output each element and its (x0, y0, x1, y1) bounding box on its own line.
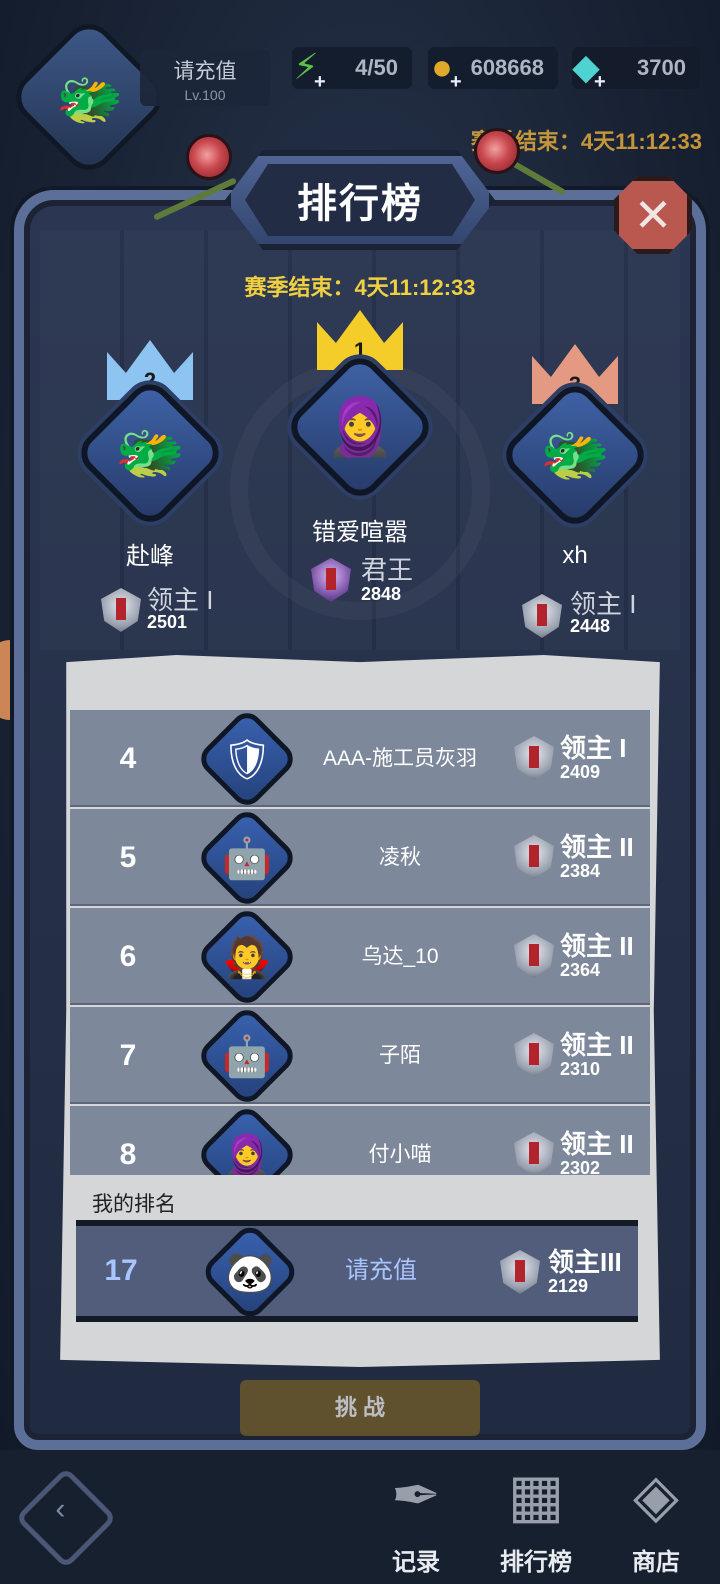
rose-right-icon (474, 128, 520, 174)
table-row[interactable]: 8 🧕 付小喵 领主 II 2302 (70, 1102, 650, 1176)
podium-rank-1[interactable]: 1 🧕 错爱喧嚣 君王 2848 (275, 310, 445, 610)
row-rank: 7 (119, 1039, 137, 1072)
rose-left-icon (186, 134, 232, 180)
nav-leaderboard[interactable]: ▦ 排行榜 (476, 1450, 596, 1580)
knight-avatar-icon: 🛡 (221, 737, 273, 782)
robot-avatar-icon: 🤖 (222, 1034, 272, 1079)
row-score: 2409 (560, 762, 601, 782)
row-player-name: 凌秋 (379, 846, 421, 869)
player-level: Lv.100 (184, 87, 226, 103)
row-rank: 8 (119, 1138, 137, 1171)
rank-shield-icon (522, 594, 562, 638)
nav-label: 记录 (392, 1549, 440, 1576)
row-player-name: 付小喵 (368, 1143, 432, 1166)
podium-score: 2848 (361, 584, 402, 604)
rank-shield-icon (514, 835, 554, 879)
robot-avatar-icon: 🤖 (222, 836, 272, 881)
top-hud: 🐲 请充值 Lv.100 ⚡ + 4/50 ● + 608668 ◆ + 370… (0, 0, 720, 181)
row-score: 2364 (560, 960, 601, 980)
podium-score: 2448 (570, 616, 611, 636)
player-name: 请充值 (173, 60, 237, 83)
row-tier: 领主 II (560, 832, 634, 862)
nav-label: 排行榜 (500, 1549, 572, 1576)
podium-rank-2[interactable]: 2 🐲 赴峰 领主 I 2501 (65, 340, 235, 640)
rank-shield-icon (514, 1033, 554, 1077)
energy-value: 4/50 (355, 55, 398, 80)
table-row[interactable]: 4 🛡 AAA-施工员灰羽 领主 I 2409 (70, 710, 650, 812)
row-player-name: 乌达_10 (361, 945, 439, 968)
row-tier: 领主 II (560, 931, 634, 961)
dragon-avatar-icon: 🐲 (540, 423, 610, 486)
row-tier: 领主 II (560, 1030, 634, 1060)
ranking-list[interactable]: 4 🛡 AAA-施工员灰羽 领主 I 2409 5 🤖 凌秋 领主 II 238… (70, 710, 650, 1175)
sovereign-badge-icon (311, 558, 351, 602)
podium-player-name: 错爱喧嚣 (312, 519, 408, 546)
back-arrow-icon: ‹ (55, 1492, 66, 1526)
panda-avatar-icon: 🐼 (225, 1250, 275, 1295)
leaderboard-icon: ▦ (507, 1462, 565, 1529)
energy-counter[interactable]: ⚡ + 4/50 (292, 46, 412, 93)
my-player-name: 请充值 (345, 1257, 417, 1284)
dragon-avatar-icon: 🐲 (56, 69, 124, 130)
my-rank-label: 我的排名 (92, 1193, 176, 1216)
gem-plus-icon[interactable]: + (594, 71, 606, 94)
rank-shield-icon (500, 1250, 540, 1294)
shop-icon: ◈ (632, 1462, 680, 1529)
dragon-avatar-icon: 🐲 (115, 421, 185, 484)
my-rank-row[interactable]: 17 🐼 请充值 领主III 2129 (76, 1220, 638, 1323)
row-score: 2302 (560, 1158, 601, 1175)
row-rank: 4 (119, 742, 137, 775)
row-player-name: 子陌 (379, 1044, 421, 1067)
row-player-name: AAA-施工员灰羽 (322, 747, 477, 770)
gold-counter[interactable]: ● + 608668 (428, 46, 558, 93)
table-row[interactable]: 7 🤖 子陌 领主 II 2310 (70, 1003, 650, 1109)
row-rank: 6 (119, 940, 137, 973)
title-banner: 排行榜 (205, 150, 515, 250)
row-score: 2384 (560, 861, 601, 881)
podium-score: 2501 (147, 612, 188, 632)
witch-avatar-icon: 🧛 (222, 935, 272, 980)
podium-player-name: xh (562, 542, 588, 569)
row-rank: 5 (119, 841, 137, 874)
nav-shop[interactable]: ◈ 商店 (596, 1450, 716, 1580)
table-row[interactable]: 6 🧛 乌达_10 领主 II 2364 (70, 904, 650, 1010)
rank-shield-icon (514, 934, 554, 978)
gold-plus-icon[interactable]: + (450, 71, 462, 94)
nav-records[interactable]: ✒ 记录 (356, 1450, 476, 1580)
my-tier: 领主III (548, 1247, 622, 1277)
quill-icon: ✒ (390, 1462, 442, 1529)
player-info[interactable]: 请充值 Lv.100 (140, 50, 270, 106)
my-score: 2129 (548, 1276, 589, 1296)
table-row[interactable]: 5 🤖 凌秋 领主 II 2384 (70, 805, 650, 911)
podium-rank-3[interactable]: 3 🐲 xh 领主 I 2448 (490, 344, 660, 644)
podium-player-name: 赴峰 (126, 543, 174, 570)
energy-plus-icon[interactable]: + (314, 71, 326, 94)
my-rank-number: 17 (104, 1254, 138, 1287)
gem-value: 3700 (637, 55, 686, 80)
row-tier: 领主 II (560, 1129, 634, 1159)
rank-shield-icon (514, 736, 554, 780)
nav-label: 商店 (632, 1549, 680, 1576)
nun-avatar-icon: 🧕 (325, 395, 395, 458)
row-tier: 领主 I (560, 733, 627, 763)
close-icon: ✕ (633, 189, 673, 241)
page-title: 排行榜 (297, 182, 423, 226)
podium-tier: 君王 (361, 555, 414, 585)
row-score: 2310 (560, 1059, 601, 1079)
challenge-button[interactable]: 挑 战 (240, 1380, 480, 1436)
gold-value: 608668 (470, 55, 544, 80)
gem-counter[interactable]: ◆ + 3700 (572, 46, 700, 93)
close-button[interactable]: ✕ (614, 176, 692, 254)
nun-avatar-icon: 🧕 (222, 1133, 272, 1176)
rank-shield-icon (514, 1132, 554, 1175)
season-timer: 赛季结束：4天11:12:33 (244, 275, 476, 300)
rank-shield-icon (101, 588, 141, 632)
